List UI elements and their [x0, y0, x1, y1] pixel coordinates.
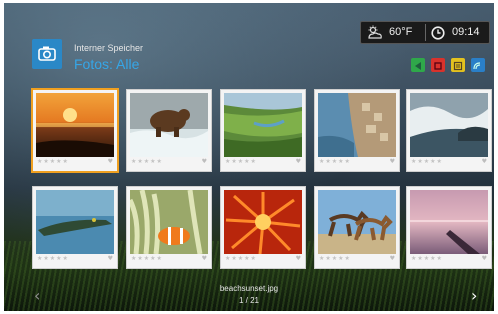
square-icon [434, 62, 442, 70]
photo-thumbnail [410, 190, 488, 254]
yellow-button[interactable] [451, 58, 465, 72]
red-button[interactable] [431, 58, 445, 72]
rating-stars: ★★★★★ [411, 255, 443, 262]
photo-tile-pink-sunset[interactable]: ★★★★★ ♥ [406, 186, 492, 269]
photo-tile-horses[interactable]: ★★★★★ ♥ [314, 186, 400, 269]
photo-tile-waves[interactable]: ★★★★★ ♥ [406, 89, 492, 172]
photo-thumbnail [318, 190, 396, 254]
status-bar: 60°F 09:14 [360, 21, 490, 44]
favorite-icon[interactable]: ♥ [482, 255, 487, 262]
photo-thumbnail [130, 93, 208, 157]
weather-icon [368, 25, 382, 39]
photo-thumbnail [130, 190, 208, 254]
tv-screen: Interner Speicher Fotos: Alle 60°F 09:14 [4, 3, 494, 311]
list-icon [453, 61, 463, 71]
rating-stars: ★★★★★ [37, 158, 69, 165]
green-button[interactable] [411, 58, 425, 72]
filter-label: Alle [116, 56, 140, 72]
photo-tile-crocodile[interactable]: ★★★★★ ♥ [32, 186, 118, 269]
favorite-icon[interactable]: ♥ [202, 158, 207, 165]
photo-tile-beach-sunset[interactable]: ★★★★★ ♥ [31, 88, 119, 173]
favorite-icon[interactable]: ♥ [108, 158, 113, 165]
rating-stars: ★★★★★ [225, 255, 257, 262]
photo-tile-landscape[interactable]: ★★★★★ ♥ [220, 89, 306, 172]
page-counter: 1 / 21 [238, 296, 259, 305]
back-icon [415, 62, 421, 70]
rating-stars: ★★★★★ [37, 255, 69, 262]
storage-label: Interner Speicher [74, 43, 144, 53]
favorite-icon[interactable]: ♥ [202, 255, 207, 262]
photo-thumbnail [36, 190, 114, 254]
blue-button[interactable] [471, 58, 485, 72]
rating-stars: ★★★★★ [319, 255, 351, 262]
temperature: 60°F [389, 26, 413, 38]
photo-thumbnail [224, 93, 302, 157]
photo-tile-clownfish[interactable]: ★★★★★ ♥ [126, 186, 212, 269]
favorite-icon[interactable]: ♥ [108, 255, 113, 262]
photo-tile-bear[interactable]: ★★★★★ ♥ [126, 89, 212, 172]
title-separator: : [109, 56, 113, 72]
rating-stars: ★★★★★ [225, 158, 257, 165]
photo-thumbnail [36, 93, 114, 157]
rating-stars: ★★★★★ [131, 158, 163, 165]
section-title: Fotos [74, 56, 110, 72]
favorite-icon[interactable]: ♥ [482, 158, 487, 165]
favorite-icon[interactable]: ♥ [390, 255, 395, 262]
favorite-icon[interactable]: ♥ [296, 158, 301, 165]
selected-filename: beachsunset.jpg [219, 284, 279, 293]
clock-icon [431, 26, 445, 40]
status-divider [425, 24, 426, 41]
photo-tile-coastal-town[interactable]: ★★★★★ ♥ [314, 89, 400, 172]
rating-stars: ★★★★★ [131, 255, 163, 262]
rating-stars: ★★★★★ [411, 158, 443, 165]
photo-tile-anemone[interactable]: ★★★★★ ♥ [220, 186, 306, 269]
clock-time: 09:14 [452, 26, 480, 38]
wifi-icon [473, 62, 481, 70]
favorite-icon[interactable]: ♥ [390, 158, 395, 165]
favorite-icon[interactable]: ♥ [296, 255, 301, 262]
photo-thumbnail [224, 190, 302, 254]
photo-thumbnail [410, 93, 488, 157]
page-title: Fotos: Alle [74, 56, 139, 72]
next-page-button[interactable]: › [471, 286, 477, 305]
rating-stars: ★★★★★ [319, 158, 351, 165]
photo-thumbnail [318, 93, 396, 157]
camera-icon [32, 39, 62, 69]
